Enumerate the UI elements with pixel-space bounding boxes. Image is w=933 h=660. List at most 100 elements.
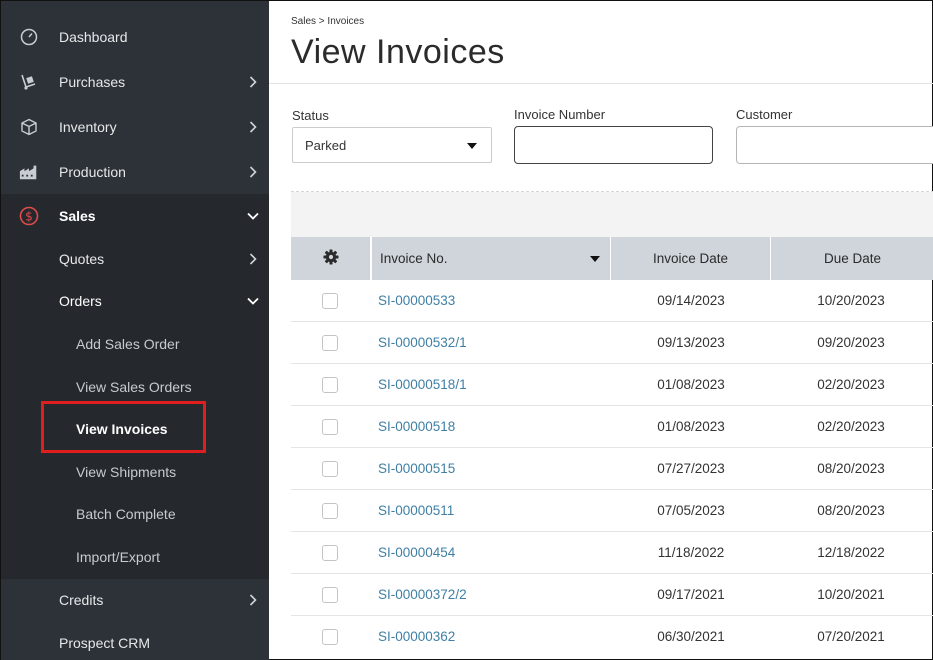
chevron-right-icon: [247, 594, 259, 606]
sidebar-item-label: Inventory: [59, 119, 117, 135]
column-header-label: Invoice No.: [380, 251, 448, 266]
invoice-number-input[interactable]: [514, 126, 713, 164]
invoice-date: 06/30/2021: [657, 629, 725, 644]
status-select-value: Parked: [305, 137, 347, 153]
table-row: SI-00000515 07/27/2023 08/20/2023: [291, 448, 933, 490]
invoice-date: 07/27/2023: [657, 461, 725, 476]
table-row: SI-00000532/1 09/13/2023 09/20/2023: [291, 322, 933, 364]
invoice-date: 01/08/2023: [657, 377, 725, 392]
sidebar-item-inventory[interactable]: Inventory: [1, 105, 269, 149]
due-date: 10/20/2023: [817, 293, 885, 308]
chevron-down-icon: [247, 295, 259, 307]
sidebar-item-add-sales-order[interactable]: Add Sales Order: [1, 322, 269, 366]
row-checkbox[interactable]: [322, 461, 338, 477]
due-date: 07/20/2021: [817, 629, 885, 644]
sidebar-item-import-export[interactable]: Import/Export: [1, 535, 269, 579]
sidebar-item-label: Dashboard: [59, 29, 128, 45]
gear-icon[interactable]: [323, 249, 339, 268]
sidebar-item-credits[interactable]: Credits: [1, 578, 269, 622]
header-divider: [269, 83, 933, 84]
caret-down-icon: [467, 143, 477, 149]
toolbar-band: [291, 192, 933, 237]
sort-down-icon[interactable]: [590, 256, 600, 262]
column-invoice-no[interactable]: Invoice No.: [371, 237, 611, 280]
row-checkbox[interactable]: [322, 377, 338, 393]
column-header-label: Invoice Date: [652, 251, 729, 266]
invoice-date: 11/18/2022: [657, 545, 725, 560]
main-content: Sales > Invoices View Invoices Status Pa…: [269, 1, 933, 660]
sidebar-item-label: Prospect CRM: [59, 635, 151, 651]
customer-input[interactable]: [736, 126, 933, 164]
invoice-link[interactable]: SI-00000518: [378, 419, 455, 434]
table-row: SI-00000454 11/18/2022 12/18/2022: [291, 532, 933, 574]
row-checkbox[interactable]: [322, 629, 338, 645]
column-invoice-date[interactable]: Invoice Date: [611, 237, 771, 280]
invoice-link[interactable]: SI-00000511: [378, 503, 454, 518]
sidebar-item-sales[interactable]: $ Sales: [1, 194, 269, 238]
sidebar-item-label: Credits: [59, 592, 104, 608]
sidebar-item-label: View Shipments: [76, 464, 177, 480]
sidebar-item-purchases[interactable]: Purchases: [1, 60, 269, 104]
sidebar-item-label: Quotes: [59, 251, 105, 267]
sidebar-item-label: Sales: [59, 208, 96, 224]
invoice-date: 09/17/2021: [657, 587, 725, 602]
column-due-date[interactable]: Due Date: [771, 237, 933, 280]
svg-text:$: $: [25, 210, 33, 224]
table-row: SI-00000533 09/14/2023 10/20/2023: [291, 280, 933, 322]
sidebar-item-production[interactable]: Production: [1, 150, 269, 194]
invoice-number-label: Invoice Number: [514, 107, 606, 122]
sidebar-item-label: Production: [59, 164, 126, 180]
row-checkbox[interactable]: [322, 587, 338, 603]
sidebar-item-label: Import/Export: [76, 549, 161, 565]
table-row: SI-00000362 06/30/2021 07/20/2021: [291, 616, 933, 658]
row-checkbox[interactable]: [322, 503, 338, 519]
sidebar-item-orders[interactable]: Orders: [1, 279, 269, 323]
box-icon: [19, 117, 39, 137]
invoice-date: 09/13/2023: [657, 335, 725, 350]
invoice-date: 01/08/2023: [657, 419, 725, 434]
hand-truck-icon: [19, 72, 39, 92]
breadcrumb[interactable]: Sales > Invoices: [291, 16, 364, 27]
table-row: SI-00000518/1 01/08/2023 02/20/2023: [291, 364, 933, 406]
sidebar-item-label: Add Sales Order: [76, 336, 180, 352]
invoice-link[interactable]: SI-00000454: [378, 545, 455, 560]
invoice-link[interactable]: SI-00000372/2: [378, 587, 467, 602]
speedometer-icon: [19, 27, 39, 47]
due-date: 02/20/2023: [817, 419, 885, 434]
sidebar-item-label: Purchases: [59, 74, 126, 90]
sidebar-item-label: Batch Complete: [76, 506, 176, 522]
status-select[interactable]: Parked: [292, 127, 492, 163]
table-row: SI-00000372/2 09/17/2021 10/20/2021: [291, 574, 933, 616]
due-date: 09/20/2023: [817, 335, 885, 350]
sidebar-item-dashboard[interactable]: Dashboard: [1, 15, 269, 59]
due-date: 10/20/2021: [817, 587, 885, 602]
invoice-link[interactable]: SI-00000533: [378, 293, 455, 308]
page-title: View Invoices: [291, 33, 505, 71]
sidebar: Dashboard Purchases Inventory Production…: [1, 1, 269, 660]
chevron-down-icon: [247, 210, 259, 222]
row-checkbox[interactable]: [322, 335, 338, 351]
invoice-link[interactable]: SI-00000515: [378, 461, 455, 476]
chevron-right-icon: [247, 253, 259, 265]
highlight-annotation: [41, 401, 206, 453]
due-date: 08/20/2023: [817, 461, 885, 476]
status-label: Status: [292, 108, 329, 123]
column-settings[interactable]: [291, 237, 371, 280]
sidebar-item-view-shipments[interactable]: View Shipments: [1, 450, 269, 494]
chevron-right-icon: [247, 166, 259, 178]
invoice-link[interactable]: SI-00000518/1: [378, 377, 467, 392]
invoice-date: 07/05/2023: [657, 503, 725, 518]
invoice-link[interactable]: SI-00000362: [378, 629, 455, 644]
row-checkbox[interactable]: [322, 419, 338, 435]
chevron-right-icon: [247, 121, 259, 133]
chevron-right-icon: [247, 76, 259, 88]
sidebar-item-batch-complete[interactable]: Batch Complete: [1, 492, 269, 536]
invoice-date: 09/14/2023: [657, 293, 725, 308]
row-checkbox[interactable]: [322, 293, 338, 309]
row-checkbox[interactable]: [322, 545, 338, 561]
sidebar-item-prospect-crm[interactable]: Prospect CRM: [1, 621, 269, 660]
sidebar-item-label: View Sales Orders: [76, 379, 192, 395]
sidebar-item-quotes[interactable]: Quotes: [1, 237, 269, 281]
due-date: 12/18/2022: [817, 545, 885, 560]
invoice-link[interactable]: SI-00000532/1: [378, 335, 467, 350]
